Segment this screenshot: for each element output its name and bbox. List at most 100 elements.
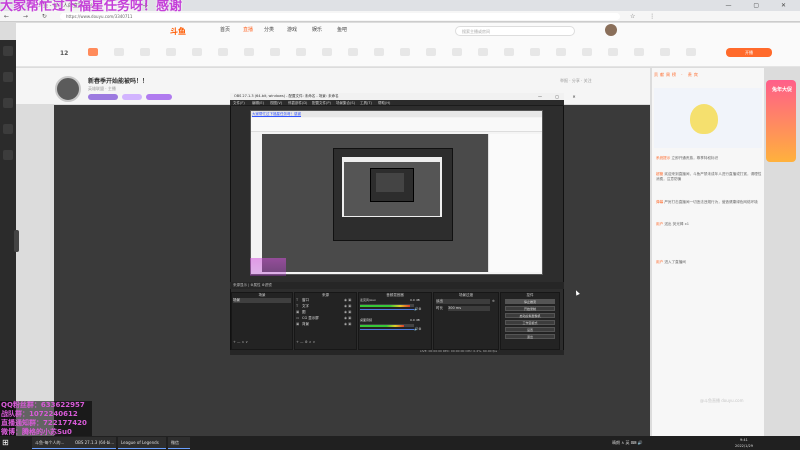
category-icon[interactable]: [452, 48, 462, 56]
clock[interactable]: 9:41 2022/1/29: [735, 437, 753, 449]
obs-menu-file[interactable]: 文件(F): [233, 100, 245, 106]
room-meta: 英雄联盟 · 主播: [88, 86, 116, 91]
category-icon[interactable]: [296, 48, 306, 56]
room-actions[interactable]: 举报 · 分享 · 关注: [560, 78, 592, 84]
visibility-eye-icon[interactable]: ◉ ▣: [344, 298, 351, 303]
taskbar-item-wechat[interactable]: 微信: [168, 437, 190, 449]
rail-more-icon[interactable]: [3, 150, 13, 160]
open-live-button[interactable]: 开播: [726, 48, 772, 57]
category-icon[interactable]: [504, 48, 514, 56]
rail-game-icon[interactable]: [3, 124, 13, 134]
nav-live[interactable]: 直播: [243, 26, 253, 33]
scene-item[interactable]: 场景: [233, 298, 291, 303]
studio-mode-button[interactable]: 工作室模式: [505, 320, 555, 325]
category-icon[interactable]: [322, 48, 332, 56]
category-icon[interactable]: [556, 48, 566, 56]
room-tag[interactable]: [146, 94, 172, 100]
visibility-eye-icon[interactable]: ◉ ▣: [344, 316, 351, 321]
source-item[interactable]: 文字: [302, 304, 309, 309]
rail-collapse-handle[interactable]: [14, 230, 19, 252]
url-input[interactable]: https://www.douyu.com/3340711: [60, 13, 620, 20]
nav-ent[interactable]: 娱乐: [312, 26, 322, 33]
window-controls[interactable]: — ▢ ✕: [725, 0, 796, 11]
taskbar-item-obs[interactable]: OBS 27.1.3 (64-bi...: [72, 437, 116, 449]
category-icon[interactable]: [426, 48, 436, 56]
category-icon[interactable]: [140, 48, 150, 56]
site-logo[interactable]: 斗鱼: [170, 26, 186, 37]
category-icon[interactable]: [478, 48, 488, 56]
room-tag[interactable]: [122, 94, 142, 100]
start-record-button[interactable]: 开始录制: [505, 306, 555, 311]
category-icon[interactable]: [634, 48, 644, 56]
source-item[interactable]: 窗口: [302, 298, 309, 303]
category-icon[interactable]: [218, 48, 228, 56]
settings-button[interactable]: 设置: [505, 327, 555, 332]
transition-duration-input[interactable]: 300 ms: [448, 306, 490, 311]
streamer-avatar[interactable]: [55, 76, 81, 102]
transition-add-icon[interactable]: ⊕: [492, 299, 495, 304]
obs-tab-strip: [230, 282, 564, 289]
transition-select[interactable]: 淡出: [436, 299, 490, 304]
visibility-eye-icon[interactable]: ◉ ▣: [344, 322, 351, 327]
nav-game[interactable]: 游戏: [287, 26, 297, 33]
source-item[interactable]: 图: [302, 310, 306, 315]
category-icon[interactable]: [270, 48, 280, 56]
category-icon[interactable]: [582, 48, 592, 56]
stop-stream-button[interactable]: 停止推流: [505, 299, 555, 304]
scene-controls[interactable]: + — ∧ ∨: [233, 340, 248, 345]
exit-button[interactable]: 退出: [505, 334, 555, 339]
source-item[interactable]: CG 显示屏: [302, 316, 319, 321]
obs-menu-tools[interactable]: 工具(T): [360, 100, 372, 106]
category-icon[interactable]: [114, 48, 124, 56]
category-icon[interactable]: [660, 48, 670, 56]
nav-home[interactable]: 首页: [220, 26, 230, 33]
site-watermark: @斗鱼直播 douyu.com: [700, 398, 744, 403]
taskbar-item-lol[interactable]: League of Legends: [118, 437, 166, 449]
visibility-eye-icon[interactable]: ◉ ▣: [344, 304, 351, 309]
category-icon[interactable]: [348, 48, 358, 56]
volume-slider[interactable]: [360, 309, 414, 310]
screen: 斗鱼 - 每个人的直播平台 + — ▢ ✕ ← → ↻ https://www.…: [0, 0, 800, 450]
user-avatar[interactable]: [605, 24, 617, 36]
nav-yuba[interactable]: 鱼吧: [337, 26, 347, 33]
category-icon[interactable]: [192, 48, 202, 56]
category-icon[interactable]: [166, 48, 176, 56]
bookmark-icon[interactable]: ☆ ⋮: [630, 11, 661, 22]
category-icon[interactable]: [374, 48, 384, 56]
visibility-eye-icon[interactable]: ◉ ▣: [344, 310, 351, 315]
obs-menu-help[interactable]: 帮助(H): [378, 100, 390, 106]
category-icon[interactable]: [88, 48, 98, 56]
source-controls[interactable]: + — ⚙ ∧ ∨: [296, 340, 315, 345]
virtual-camera-button[interactable]: 启动虚拟摄像机: [505, 313, 555, 318]
mixer-channel-db: 0.0 dB: [410, 318, 420, 322]
rail-home-icon[interactable]: [3, 46, 13, 56]
category-icon[interactable]: [244, 48, 254, 56]
overlay-notify-group: 直播通知群：722177420: [1, 419, 87, 427]
mute-speaker-icon[interactable]: 🔊⚙: [414, 327, 422, 332]
rail-follow-icon[interactable]: [3, 72, 13, 82]
room-tag[interactable]: [88, 94, 118, 100]
volume-slider[interactable]: [360, 329, 414, 330]
nav-category[interactable]: 分类: [264, 26, 274, 33]
rail-category-icon[interactable]: [3, 98, 13, 108]
search-input[interactable]: 搜索主播或房间: [455, 26, 575, 36]
obs-menu-scene-collection[interactable]: 场景集合(S): [336, 100, 355, 106]
category-icon[interactable]: [530, 48, 540, 56]
chat-message: 系统提示 立即开通贵族，尊享特权标识: [656, 156, 719, 160]
source-type-icon: T: [296, 304, 299, 308]
obs-source-props[interactable]: 来源显示 | ⚙属性 ⚙滤镜: [233, 282, 272, 289]
start-windows-icon[interactable]: ⊞: [2, 438, 12, 448]
obs-menu-view[interactable]: 视图(V): [270, 100, 282, 106]
category-icon[interactable]: [400, 48, 410, 56]
obs-menu-dock[interactable]: 停靠部件(D): [288, 100, 307, 106]
stream-info-overlay: QQ粉丝群：633622957 战队群：1072240612 直播通知群：722…: [0, 401, 92, 441]
obs-menu-profile[interactable]: 配置文件(P): [312, 100, 331, 106]
source-item[interactable]: 背景: [302, 322, 309, 327]
mute-speaker-icon[interactable]: 🔊⚙: [414, 307, 422, 312]
rank-tabs[interactable]: 贡献周榜 · 贵宾: [654, 72, 700, 78]
obs-menu-edit[interactable]: 编辑(E): [252, 100, 264, 106]
obs-window-controls[interactable]: — ▢ ✕: [538, 93, 582, 100]
category-icon[interactable]: [686, 48, 696, 56]
system-tray[interactable]: 晴朗 ∧ 英 ⌨ 🔊: [612, 437, 643, 449]
category-icon[interactable]: [608, 48, 618, 56]
